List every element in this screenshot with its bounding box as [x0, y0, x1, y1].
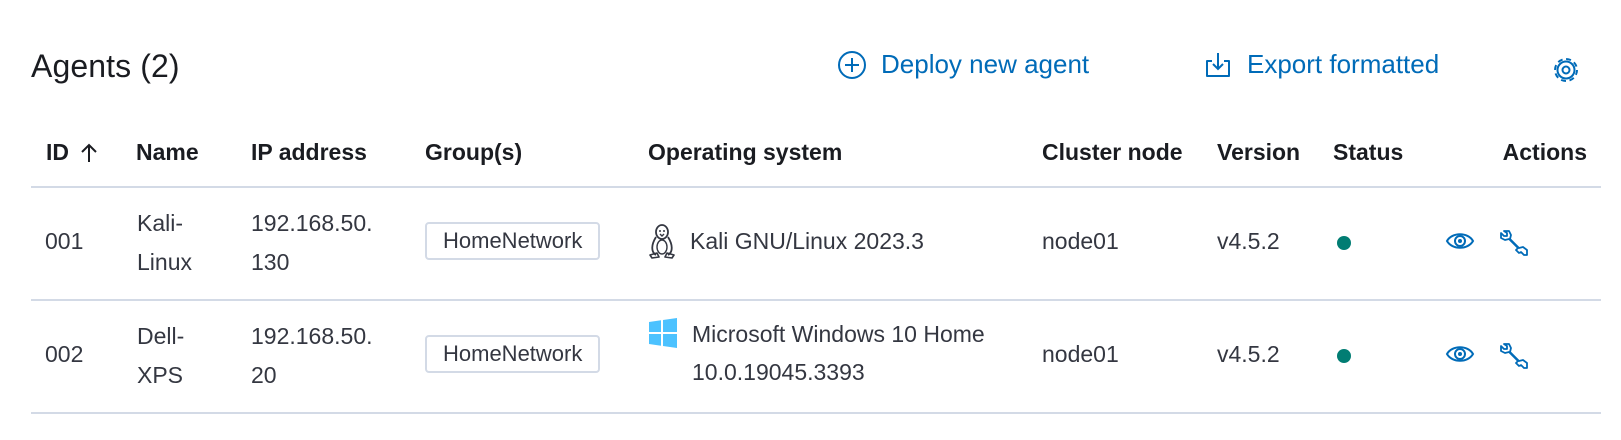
export-formatted-label: Export formatted — [1247, 49, 1440, 79]
column-header-ip[interactable]: IP address — [251, 139, 367, 166]
os-name-line2: 10.0.19045.3393 — [692, 359, 865, 385]
table-row[interactable]: 002 Dell- XPS 192.168.50. 20 HomeNetwork… — [31, 301, 1601, 414]
windows-icon — [649, 318, 677, 348]
row-actions — [1445, 341, 1529, 371]
os-name: Microsoft Windows 10 Home 10.0.19045.339… — [692, 315, 985, 391]
agent-id: 001 — [45, 228, 84, 254]
table-header: ID Name IP address Group(s) Operating sy… — [31, 124, 1601, 188]
eye-icon[interactable] — [1445, 341, 1475, 367]
agent-name: Kali- Linux — [137, 204, 192, 282]
deploy-new-agent-label: Deploy new agent — [881, 49, 1090, 79]
agent-ip-line1: 192.168.50. — [251, 210, 373, 236]
agent-ip-line2: 20 — [251, 362, 277, 388]
export-formatted-button[interactable]: Export formatted — [1203, 49, 1439, 80]
agent-os: Kali GNU/Linux 2023.3 — [648, 222, 924, 260]
status-active-dot — [1337, 349, 1351, 363]
agents-title: Agents (2) — [31, 48, 180, 84]
os-name-line1: Microsoft Windows 10 Home — [692, 321, 985, 347]
os-name-line1: Kali GNU/Linux 2023.3 — [690, 228, 924, 254]
table-row[interactable]: 001 Kali- Linux 192.168.50. 130 HomeNetw… — [31, 188, 1601, 301]
agent-ip-line2: 130 — [251, 249, 290, 275]
row-actions — [1445, 228, 1529, 258]
agent-name: Dell- XPS — [137, 317, 184, 395]
agent-ip: 192.168.50. 130 — [251, 204, 373, 282]
plus-in-circle-icon — [838, 50, 866, 79]
sort-ascending-icon — [81, 143, 97, 162]
agent-name-line2: XPS — [137, 362, 184, 388]
column-header-groups[interactable]: Group(s) — [425, 139, 522, 166]
wrench-icon[interactable] — [1499, 341, 1529, 371]
agent-version: v4.5.2 — [1217, 341, 1280, 367]
linux-icon — [649, 224, 675, 259]
column-header-version[interactable]: Version — [1217, 139, 1300, 166]
group-badge[interactable]: HomeNetwork — [425, 335, 601, 373]
export-icon — [1206, 52, 1230, 77]
status-active-dot — [1337, 236, 1351, 250]
agent-os: Microsoft Windows 10 Home 10.0.19045.339… — [648, 315, 985, 391]
column-header-id[interactable]: ID — [46, 139, 99, 166]
eye-icon[interactable] — [1445, 228, 1475, 254]
status-indicator — [1337, 349, 1351, 363]
column-header-status[interactable]: Status — [1333, 139, 1403, 166]
agent-ip-line1: 192.168.50. — [251, 323, 373, 349]
cluster-node: node01 — [1042, 341, 1119, 367]
status-indicator — [1337, 236, 1351, 250]
column-header-os[interactable]: Operating system — [648, 139, 842, 166]
agent-version: v4.5.2 — [1217, 228, 1280, 254]
column-header-name[interactable]: Name — [136, 139, 199, 166]
agent-name-line1: Dell- — [137, 323, 185, 349]
column-header-cluster-node[interactable]: Cluster node — [1042, 139, 1183, 166]
os-name: Kali GNU/Linux 2023.3 — [690, 222, 924, 260]
wrench-icon[interactable] — [1499, 228, 1529, 258]
deploy-new-agent-button[interactable]: Deploy new agent — [837, 49, 1089, 80]
group-badge[interactable]: HomeNetwork — [425, 222, 601, 260]
column-header-id-label: ID — [46, 139, 69, 165]
agent-id: 002 — [45, 341, 84, 367]
gear-icon[interactable] — [1551, 55, 1581, 85]
agent-name-line2: Linux — [137, 249, 192, 275]
agent-name-line1: Kali- — [137, 210, 184, 236]
agent-ip: 192.168.50. 20 — [251, 317, 373, 395]
column-header-actions: Actions — [1502, 139, 1587, 165]
cluster-node: node01 — [1042, 228, 1119, 254]
agents-table: ID Name IP address Group(s) Operating sy… — [31, 124, 1601, 414]
